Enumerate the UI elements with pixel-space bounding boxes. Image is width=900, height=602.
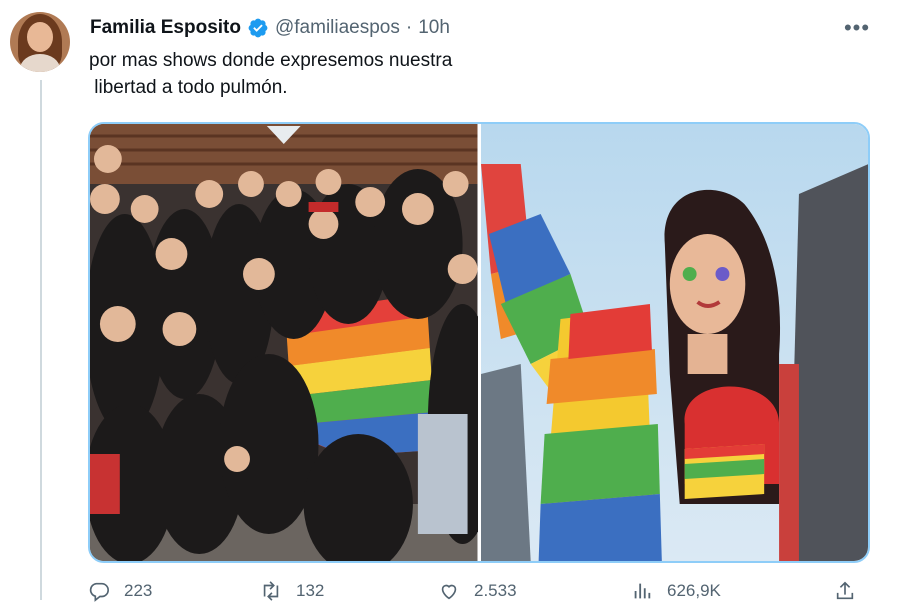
tweet-text: por mas shows donde expresemos nuestra l… — [89, 47, 829, 101]
tweet-text-line: libertad a todo pulmón. — [89, 77, 288, 98]
reply-count: 223 — [124, 581, 153, 600]
retweet-count: 132 — [296, 581, 325, 600]
share-icon — [836, 581, 854, 600]
views-icon — [634, 583, 651, 599]
share-button[interactable] — [834, 580, 856, 602]
tweet-header: Familia Esposito @familiaespos · 10h — [90, 14, 450, 42]
like-count: 2.533 — [474, 581, 517, 600]
more-options-icon: ••• — [843, 15, 871, 40]
media-grid — [88, 122, 870, 563]
photo-rainbow[interactable] — [480, 124, 868, 561]
tweet-text-line: por mas shows donde expresemos nuestra — [89, 50, 453, 71]
reply-button[interactable]: 223 — [88, 580, 152, 602]
retweet-button[interactable]: 132 — [260, 580, 324, 602]
reply-icon — [89, 582, 109, 602]
group-photo-image — [90, 124, 478, 561]
verified-badge-icon — [248, 18, 268, 38]
photo-group[interactable] — [90, 124, 478, 561]
like-button[interactable]: 2.533 — [438, 580, 517, 602]
action-bar: 223 132 2.533 626,9K — [88, 580, 870, 602]
timestamp[interactable]: 10h — [418, 17, 450, 39]
rainbow-photo-image — [480, 124, 868, 561]
retweet-icon — [263, 581, 279, 601]
views-count: 626,9K — [667, 581, 721, 600]
like-icon — [441, 584, 457, 600]
display-name[interactable]: Familia Esposito — [90, 17, 241, 39]
avatar[interactable] — [10, 12, 70, 72]
handle[interactable]: @familiaespos — [275, 17, 400, 39]
thread-line — [40, 80, 42, 600]
more-options-button[interactable]: ••• — [843, 14, 871, 42]
views-button[interactable]: 626,9K — [631, 580, 721, 602]
separator: · — [405, 17, 413, 38]
